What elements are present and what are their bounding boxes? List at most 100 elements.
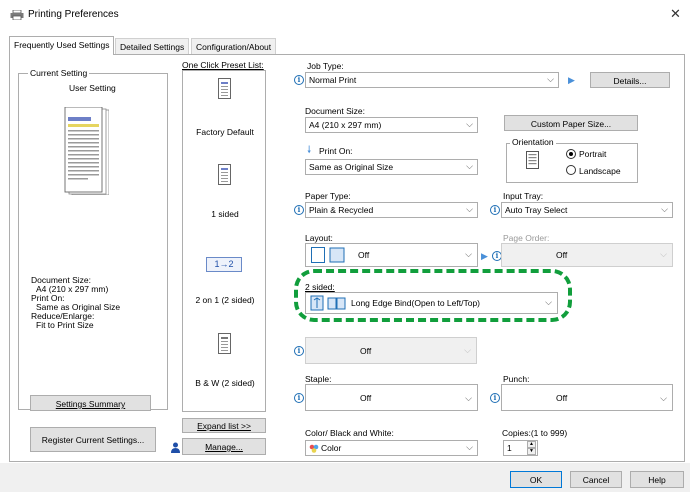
- spin-up-icon[interactable]: ▲: [527, 441, 536, 448]
- staple-label: Staple:: [305, 374, 332, 384]
- printing-preferences-window: Printing Preferences ✕ Frequently Used S…: [0, 0, 690, 492]
- details-button[interactable]: Details...: [590, 72, 670, 88]
- chevron-down-icon: ⌵: [465, 249, 472, 259]
- job-type-label: Job Type:: [307, 61, 344, 71]
- input-tray-select[interactable]: Auto Tray Select ⌵: [501, 202, 673, 218]
- document-icon: [218, 78, 231, 99]
- info-icon[interactable]: i: [490, 393, 500, 403]
- preset-bw-2-sided[interactable]: B & W (2 sided): [183, 333, 267, 395]
- info-icon[interactable]: i: [294, 346, 304, 356]
- tab-frequently-used-settings[interactable]: Frequently Used Settings: [9, 36, 115, 55]
- landscape-label: Landscape: [579, 166, 621, 176]
- printer-icon: [10, 9, 24, 21]
- info-icon[interactable]: i: [294, 75, 304, 85]
- info-icon[interactable]: i: [294, 393, 304, 403]
- page-order-value: Off: [556, 250, 568, 260]
- print-on-label: Print On:: [319, 146, 353, 156]
- page-order-select: Off ⌵: [501, 243, 673, 267]
- booklet-select: Off ⌵: [305, 337, 477, 364]
- preset-1-sided[interactable]: 1 sided: [183, 164, 267, 224]
- preset-factory-default[interactable]: Factory Default: [183, 78, 267, 148]
- preset-list-label: One Click Preset List:: [182, 60, 264, 70]
- manage-button[interactable]: Manage...: [182, 438, 266, 455]
- title-bar: Printing Preferences ✕: [0, 0, 690, 28]
- two-sided-highlight: [294, 269, 572, 322]
- current-setting-summary: Document Size: A4 (210 x 297 mm) Print O…: [31, 276, 120, 330]
- preset-label: 2 on 1 (2 sided): [195, 295, 255, 305]
- tab-detailed-settings[interactable]: Detailed Settings: [115, 38, 190, 54]
- paper-type-value: Plain & Recycled: [309, 205, 374, 215]
- 2-on-1-badge: 1→2: [206, 257, 242, 272]
- color-icon: [309, 444, 319, 455]
- portrait-label: Portrait: [579, 149, 607, 159]
- copies-label: Copies:(1 to 999): [502, 428, 568, 438]
- chevron-down-icon: ⌵: [465, 393, 472, 403]
- layout-value: Off: [358, 250, 370, 260]
- document-size-label: Document Size:: [305, 106, 365, 116]
- chevron-down-icon: ⌵: [660, 249, 667, 259]
- settings-summary-button[interactable]: Settings Summary: [30, 395, 151, 411]
- chevron-down-icon: ⌵: [466, 119, 473, 129]
- layout-icon: [311, 247, 345, 265]
- layout-label: Layout:: [305, 233, 333, 243]
- current-setting-label: Current Setting: [28, 68, 90, 78]
- chevron-down-icon: ⌵: [466, 204, 473, 214]
- document-preview: [64, 106, 110, 196]
- orientation-label: Orientation: [510, 137, 556, 147]
- portrait-radio[interactable]: [566, 149, 576, 159]
- ok-button[interactable]: OK: [510, 471, 562, 488]
- print-on-arrow-icon: 🠗: [307, 145, 312, 156]
- preset-2-on-1[interactable]: 1→2 2 on 1 (2 sided): [183, 257, 267, 321]
- expand-list-label: Expand list >>: [197, 421, 251, 431]
- spin-down-icon[interactable]: ▼: [527, 448, 536, 455]
- document-size-select[interactable]: A4 (210 x 297 mm) ⌵: [305, 117, 478, 133]
- user-icon: [171, 442, 180, 455]
- copies-stepper[interactable]: 1 ▲ ▼: [503, 440, 538, 456]
- register-current-settings-button[interactable]: Register Current Settings...: [30, 427, 156, 452]
- info-icon[interactable]: i: [294, 205, 304, 215]
- paper-type-select[interactable]: Plain & Recycled ⌵: [305, 202, 478, 218]
- preset-list: Factory Default 1 sided 1→2 2 on 1 (2 si…: [182, 70, 266, 412]
- close-icon[interactable]: ✕: [670, 6, 681, 22]
- color-bw-label: Color/ Black and White:: [305, 428, 394, 438]
- document-icon: [218, 164, 231, 185]
- tab-configuration-about[interactable]: Configuration/About: [191, 38, 277, 54]
- info-icon[interactable]: i: [490, 205, 500, 215]
- summary-line: Fit to Print Size: [36, 320, 94, 330]
- punch-value: Off: [556, 393, 568, 403]
- help-button[interactable]: Help: [630, 471, 684, 488]
- staple-select[interactable]: Off ⌵: [305, 384, 478, 411]
- expand-list-button[interactable]: Expand list >>: [182, 418, 266, 433]
- custom-paper-size-button[interactable]: Custom Paper Size...: [504, 115, 638, 131]
- cancel-button[interactable]: Cancel: [570, 471, 622, 488]
- job-type-select[interactable]: Normal Print ⌵: [305, 72, 559, 88]
- copies-value: 1: [507, 443, 512, 453]
- chevron-down-icon: ⌵: [547, 74, 554, 84]
- window-title: Printing Preferences: [28, 9, 119, 20]
- document-size-value: A4 (210 x 297 mm): [309, 120, 382, 130]
- punch-label: Punch:: [503, 374, 530, 384]
- color-bw-select[interactable]: Color ⌵: [305, 440, 478, 456]
- preset-label: Factory Default: [196, 127, 254, 137]
- chevron-down-icon: ⌵: [661, 204, 668, 214]
- input-tray-label: Input Tray:: [503, 191, 544, 201]
- input-tray-value: Auto Tray Select: [505, 205, 568, 215]
- color-bw-value: Color: [321, 443, 342, 453]
- current-setting-name: User Setting: [69, 83, 116, 93]
- chevron-down-icon: ⌵: [466, 442, 473, 452]
- landscape-radio[interactable]: [566, 165, 576, 175]
- chevron-down-icon: ⌵: [466, 161, 473, 171]
- print-on-select[interactable]: Same as Original Size ⌵: [305, 159, 478, 175]
- settings-summary-label: Settings Summary: [55, 399, 126, 409]
- play-icon[interactable]: ▶: [481, 251, 488, 262]
- booklet-value: Off: [360, 346, 372, 356]
- document-icon: [218, 333, 231, 354]
- play-icon[interactable]: ▶: [568, 75, 575, 86]
- manage-label: Manage...: [205, 442, 243, 452]
- page-order-label: Page Order:: [503, 233, 550, 243]
- preset-label: 1 sided: [211, 209, 239, 219]
- layout-select[interactable]: Off ⌵: [305, 243, 478, 267]
- job-type-value: Normal Print: [309, 75, 357, 85]
- punch-select[interactable]: Off ⌵: [501, 384, 673, 411]
- preset-label: B & W (2 sided): [195, 378, 255, 388]
